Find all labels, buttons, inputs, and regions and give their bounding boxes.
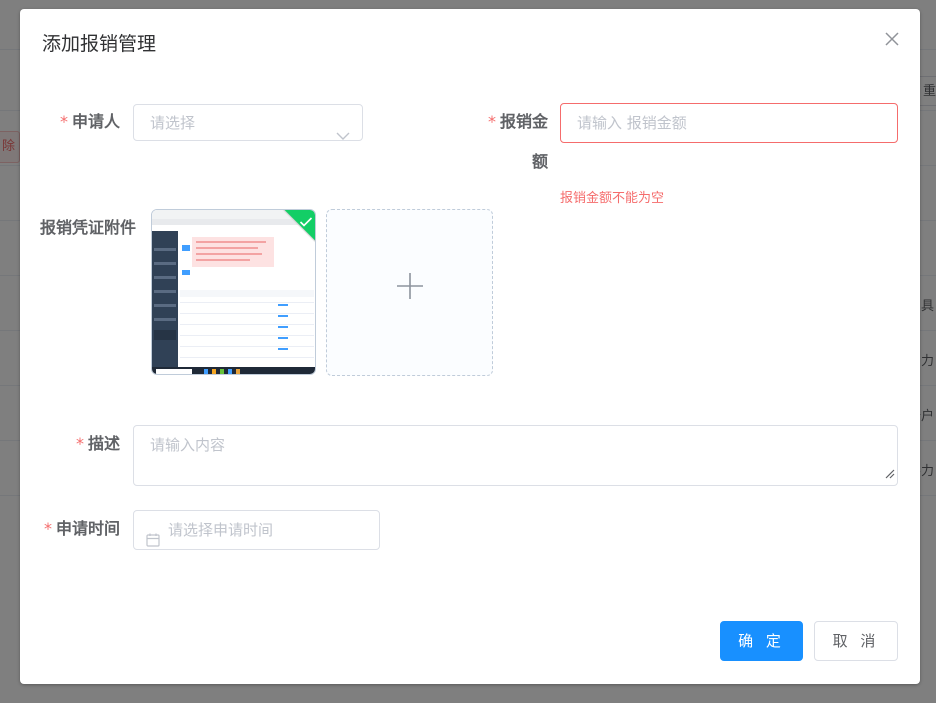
close-icon[interactable] <box>882 29 902 49</box>
resize-handle-icon[interactable] <box>883 465 895 483</box>
amount-error-message: 报销金额不能为空 <box>560 191 665 206</box>
apply-time-label-text: 申请时间 <box>55 519 120 538</box>
required-mark: * <box>75 434 84 453</box>
amount-input[interactable]: 请输入 报销金额 <box>560 103 898 143</box>
cancel-button[interactable]: 取 消 <box>814 621 898 661</box>
screenshot-thumbnail-image <box>152 210 315 374</box>
confirm-button[interactable]: 确 定 <box>720 621 803 661</box>
apply-time-picker[interactable]: 请选择申请时间 <box>133 510 380 550</box>
description-label-text: 描述 <box>87 434 120 453</box>
required-mark: * <box>59 112 68 131</box>
description-placeholder: 请输入内容 <box>150 436 226 454</box>
amount-label: * 报销金 额 <box>470 102 548 182</box>
add-reimbursement-dialog: 添加报销管理 * 申请人 请选择 * 报销金 额 请输入 报销金额 报销金额不能为空… <box>20 9 920 684</box>
apply-time-placeholder: 请选择申请时间 <box>168 521 274 539</box>
calendar-icon <box>146 523 160 561</box>
amount-placeholder: 请输入 报销金额 <box>577 114 687 132</box>
description-label: * 描述 <box>40 424 120 464</box>
apply-time-label: * 申请时间 <box>40 509 120 549</box>
upload-add-button[interactable] <box>326 209 493 376</box>
dialog-title: 添加报销管理 <box>42 33 157 55</box>
applicant-label-text: 申请人 <box>71 112 120 131</box>
required-mark: * <box>43 519 52 538</box>
applicant-label: * 申请人 <box>40 102 120 142</box>
required-mark: * <box>487 112 496 131</box>
chevron-down-icon <box>336 118 350 154</box>
check-icon <box>299 213 313 232</box>
uploaded-image-thumbnail[interactable] <box>151 209 316 375</box>
applicant-select[interactable]: 请选择 <box>133 104 363 141</box>
plus-icon <box>396 272 424 304</box>
amount-label-line2: 额 <box>531 152 548 171</box>
applicant-placeholder: 请选择 <box>150 114 196 132</box>
amount-label-line1: 报销金 <box>499 112 548 131</box>
description-textarea[interactable]: 请输入内容 <box>133 425 898 486</box>
attachment-label: 报销凭证附件 <box>40 218 137 237</box>
